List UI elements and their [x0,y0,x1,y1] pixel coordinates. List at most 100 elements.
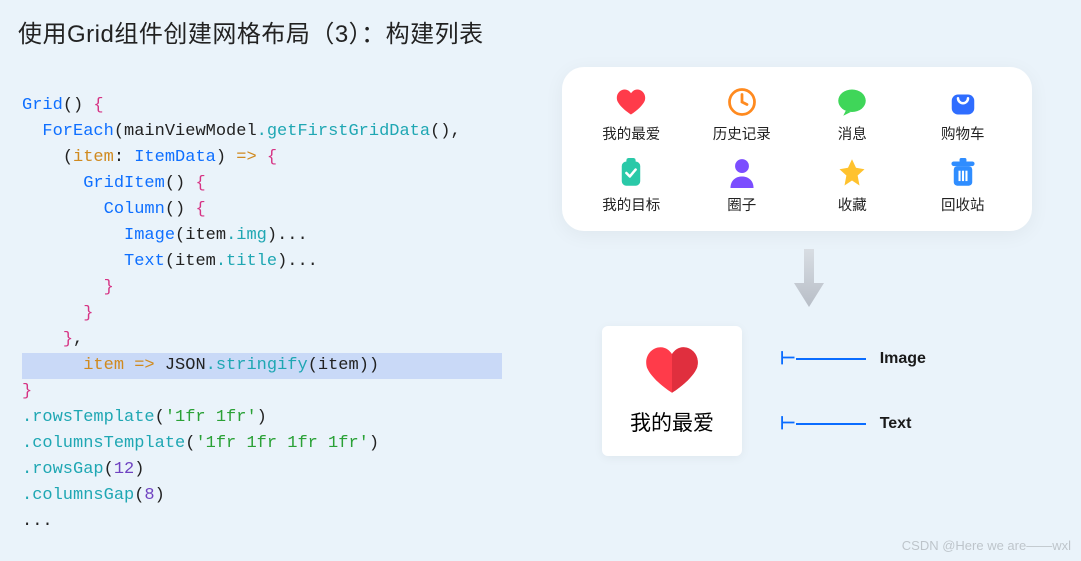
arrow: => [236,148,256,167]
arrow: => [124,356,165,375]
code-txt: (mainViewModel [114,122,257,141]
grid-tile[interactable]: 圈子 [691,158,794,215]
chat-icon [837,87,867,117]
comma: , [73,330,83,349]
code-txt: () [63,96,94,115]
code-txt: ( [134,486,144,505]
tile-label: 我的目标 [602,194,660,215]
method: .columnsTemplate [22,434,185,453]
code-txt: () [165,174,196,193]
content-row: Grid() { ForEach(mainViewModel.getFirstG… [0,57,1081,561]
label-text: Text [880,415,912,433]
code-txt: ) [257,408,267,427]
grid-tile[interactable]: 回收站 [912,158,1015,215]
trash-icon [948,158,978,188]
kw-column: Column [104,200,165,219]
code-txt: (), [430,122,461,141]
arrow-down-icon [792,249,826,309]
ellipsis: ... [287,252,318,271]
grid-tile[interactable]: 购物车 [912,87,1015,144]
detail-text: 我的最爱 [630,407,714,437]
string: '1fr 1fr' [165,408,257,427]
brace: } [63,330,73,349]
kw-grid: Grid [22,96,63,115]
detail-row: 我的最爱 ⊢ Image ⊢ Text [602,326,1071,456]
heart-icon [644,345,700,395]
code-txt: (item)) [308,356,379,375]
code-txt: (item [165,252,216,271]
grid-8: 我的最爱 历史记录 消息 购物车我的目标 圈子 收藏 回收站 [580,87,1014,215]
code-txt: ( [104,460,114,479]
grid-tile[interactable]: 消息 [801,87,904,144]
code-txt: ( [185,434,195,453]
prop: .img [226,226,267,245]
code-txt: : [114,148,134,167]
tile-label: 消息 [838,123,867,144]
label-text-line: ⊢ Text [780,413,926,434]
clock-icon [727,87,757,117]
tile-label: 圈子 [727,194,756,215]
ellipsis: ... [22,512,53,531]
grid-tile[interactable]: 我的目标 [580,158,683,215]
kw-griditem: GridItem [83,174,165,193]
page-title: 使用Grid组件创建网格布局（3）：构建列表 [0,0,1081,57]
tile-label: 收藏 [838,194,867,215]
code-block: Grid() { ForEach(mainViewModel.getFirstG… [22,67,502,561]
code-txt: ) [369,434,379,453]
code-txt: ) [267,226,277,245]
code-txt: ) [155,486,165,505]
number: 8 [144,486,154,505]
brace: } [104,278,114,297]
brace: { [195,174,205,193]
code-txt: ( [63,148,73,167]
code-txt: ( [155,408,165,427]
code-txt: ) [216,148,236,167]
brace: } [22,382,32,401]
grid-tile[interactable]: 历史记录 [691,87,794,144]
string: '1fr 1fr 1fr 1fr' [195,434,368,453]
clipboard-icon [616,158,646,188]
label-image-line: ⊢ Image [780,348,926,369]
brace: } [83,304,93,323]
label-image: Image [880,350,926,368]
grid-tile[interactable]: 我的最爱 [580,87,683,144]
kw-text: Text [124,252,165,271]
method: .getFirstGridData [257,122,430,141]
method: .columnsGap [22,486,134,505]
code-txt: ) [134,460,144,479]
code-txt: JSON [165,356,206,375]
tile-label: 历史记录 [713,123,771,144]
detail-card: 我的最爱 [602,326,742,456]
code-txt: () [165,200,196,219]
tile-label: 回收站 [941,194,985,215]
code-txt: (item [175,226,226,245]
brace: { [195,200,205,219]
grid-tile[interactable]: 收藏 [801,158,904,215]
person-icon [727,158,757,188]
tick-icon: ⊢ [780,413,796,434]
tile-label: 购物车 [941,123,985,144]
method: .stringify [206,356,308,375]
type: ItemData [134,148,216,167]
watermark: CSDN @Here we are——wxl [902,538,1071,553]
brace: { [267,148,277,167]
preview-pane: 我的最爱 历史记录 消息 购物车我的目标 圈子 收藏 回收站 我的最爱 [502,67,1071,561]
tile-label: 我的最爱 [602,123,660,144]
highlighted-line: item => JSON.stringify(item)) [22,353,502,379]
connector-line [796,358,866,360]
detail-labels: ⊢ Image ⊢ Text [780,348,926,434]
method: .rowsTemplate [22,408,155,427]
param: item [73,148,114,167]
ellipsis: ... [277,226,308,245]
method: .rowsGap [22,460,104,479]
kw-foreach: ForEach [42,122,113,141]
param: item [83,356,124,375]
grid-card: 我的最爱 历史记录 消息 购物车我的目标 圈子 收藏 回收站 [562,67,1032,231]
tick-icon: ⊢ [780,348,796,369]
number: 12 [114,460,134,479]
kw-image: Image [124,226,175,245]
star-icon [837,158,867,188]
prop: .title [216,252,277,271]
connector-line [796,423,866,425]
brace: { [93,96,103,115]
